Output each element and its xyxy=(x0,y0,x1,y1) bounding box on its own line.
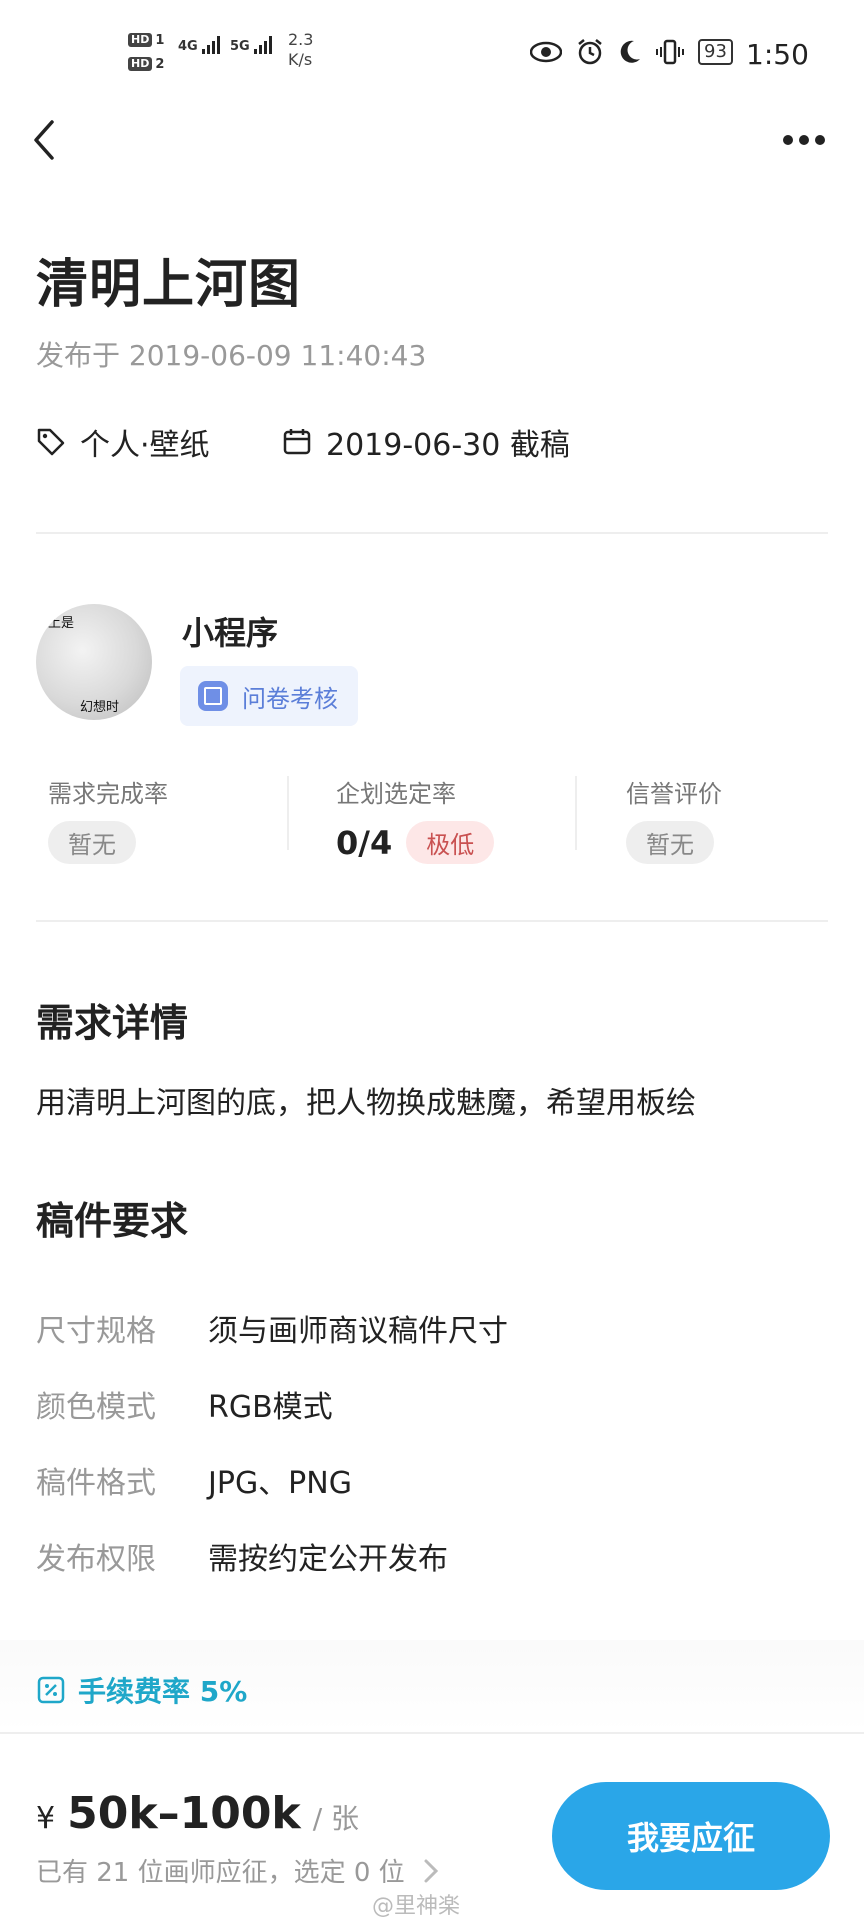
tag-icon xyxy=(37,428,65,456)
requirement-label: 颜色模式 xyxy=(36,1390,156,1425)
stat-label: 企划选定率 xyxy=(336,780,456,808)
stat-label: 需求完成率 xyxy=(48,780,168,808)
signal-4g: 4G xyxy=(178,36,220,54)
network-4g-label: 4G xyxy=(178,39,198,54)
price-row: ¥ 50k–100k / 张 xyxy=(36,1788,359,1839)
requirement-row: 颜色模式 RGB模式 xyxy=(36,1382,333,1426)
rate-tag: 极低 xyxy=(406,821,495,864)
requirements-heading: 稿件要求 xyxy=(36,1199,189,1243)
badge-label: 问卷考核 xyxy=(242,684,338,713)
stat-value: 暂无 xyxy=(626,821,714,864)
more-button[interactable] xyxy=(782,130,832,154)
requirement-value: 须与画师商议稿件尺寸 xyxy=(208,1314,508,1349)
network-speed: 2.3 K/s xyxy=(288,30,313,70)
stat-selection-rate: 企划选定率 0/4 极低 xyxy=(336,774,495,864)
requirement-value: RGB模式 xyxy=(208,1390,333,1425)
stat-separator xyxy=(287,776,289,850)
requirement-value: 需按约定公开发布 xyxy=(208,1542,448,1577)
avatar-caption-bottom: 幻想时 xyxy=(80,700,120,715)
stat-reputation: 信誉评价 暂无 xyxy=(626,774,722,864)
applicants-row[interactable]: 已有 21 位画师应征，选定 0 位 xyxy=(36,1852,439,1889)
apply-button[interactable]: 我要应征 xyxy=(552,1782,830,1890)
category-label: 个人·壁纸 xyxy=(80,428,210,463)
hd2-number: 2 xyxy=(155,56,165,72)
price-range: 50k–100k xyxy=(67,1788,301,1839)
sim-indicators: HD 1 HD 2 xyxy=(128,30,164,74)
network-5g-label: 5G xyxy=(230,39,250,54)
more-icon xyxy=(783,135,825,145)
moon-icon xyxy=(620,40,640,63)
speed-value: 2.3 xyxy=(288,30,314,49)
hd2-icon: HD xyxy=(128,57,153,71)
publish-time: 发布于 2019-06-09 11:40:43 xyxy=(36,339,427,372)
chevron-left-icon xyxy=(34,120,54,160)
signal-5g: 5G xyxy=(230,36,272,54)
back-button[interactable] xyxy=(30,118,70,162)
divider xyxy=(36,532,828,534)
category-row: 个人·壁纸 xyxy=(36,420,210,464)
chevron-right-icon xyxy=(424,1859,438,1882)
price-unit: / 张 xyxy=(312,1802,360,1835)
questionnaire-badge[interactable]: 问卷考核 xyxy=(180,666,358,726)
hd1-icon: HD xyxy=(128,33,153,47)
currency-symbol: ¥ xyxy=(36,1801,56,1836)
details-text: 用清明上河图的底，把人物换成魅魔，希望用板绘 xyxy=(36,1086,696,1121)
client-name[interactable]: 小程序 xyxy=(182,608,278,654)
alarm-icon xyxy=(578,39,602,65)
page-title: 清明上河图 xyxy=(36,255,302,315)
requirement-row: 发布权限 需按约定公开发布 xyxy=(36,1534,448,1578)
signal-bars-icon xyxy=(253,36,272,54)
vibrate-icon xyxy=(656,39,684,65)
hd1-number: 1 xyxy=(155,32,165,48)
status-time: 1:50 xyxy=(746,38,809,71)
stat-value: 暂无 xyxy=(48,821,136,864)
deadline-label: 2019-06-30 截稿 xyxy=(326,428,570,463)
stat-value: 0/4 xyxy=(336,823,393,862)
requirement-row: 尺寸规格 须与画师商议稿件尺寸 xyxy=(36,1306,508,1350)
divider xyxy=(36,920,828,922)
fee-label: 手续费率 5% xyxy=(78,1675,248,1708)
watermark: @里神楽 xyxy=(372,1894,461,1919)
details-heading: 需求详情 xyxy=(36,1001,189,1045)
status-icons: 93 xyxy=(530,38,733,66)
requirement-label: 尺寸规格 xyxy=(36,1314,156,1349)
requirement-label: 稿件格式 xyxy=(36,1466,156,1501)
applicants-text: 已有 21 位画师应征，选定 0 位 xyxy=(36,1858,405,1888)
divider xyxy=(0,1732,864,1734)
signal-bars-icon xyxy=(201,36,220,54)
avatar[interactable]: 上是 幻想时 xyxy=(36,604,152,720)
avatar-caption-top: 上是 xyxy=(48,616,75,631)
calendar-icon xyxy=(283,429,311,455)
eye-icon xyxy=(530,41,562,63)
fee-row[interactable]: 手续费率 5% xyxy=(36,1670,247,1710)
fee-icon xyxy=(37,1676,65,1704)
deadline-row: 2019-06-30 截稿 xyxy=(282,420,570,464)
requirement-label: 发布权限 xyxy=(36,1542,156,1577)
speed-unit: K/s xyxy=(288,50,313,69)
requirement-row: 稿件格式 JPG、PNG xyxy=(36,1458,352,1502)
document-icon xyxy=(198,681,228,711)
requirement-value: JPG、PNG xyxy=(208,1466,352,1501)
stat-separator xyxy=(575,776,577,850)
battery-indicator: 93 xyxy=(698,39,733,65)
stat-label: 信誉评价 xyxy=(626,780,722,808)
stat-completion: 需求完成率 暂无 xyxy=(48,774,168,864)
